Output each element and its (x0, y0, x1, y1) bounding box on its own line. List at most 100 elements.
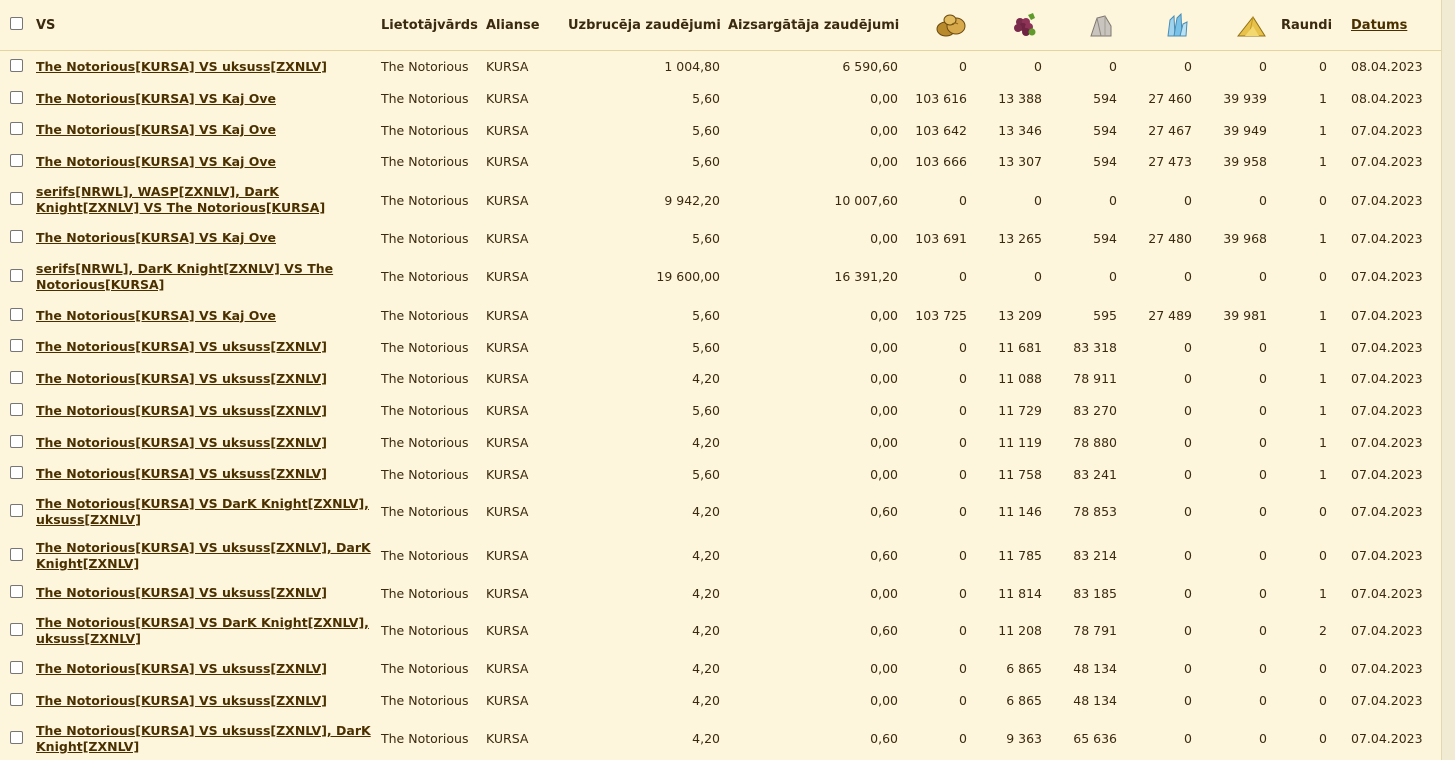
rounds-cell: 1 (1319, 403, 1327, 418)
vs-cell: The Notorious[KURSA] VS uksuss[ZXNLV] (32, 459, 377, 490)
table-row: The Notorious[KURSA] VS uksuss[ZXNLV] The… (0, 578, 1442, 609)
row-checkbox[interactable] (10, 90, 23, 104)
sulfur-loot-cell: 0 (1259, 59, 1267, 75)
battle-report-link[interactable]: serifs[NRWL], DarK Knight[ZXNLV] VS The … (36, 261, 333, 292)
row-checkbox[interactable] (10, 547, 23, 561)
defender-loss-cell: 0,00 (870, 339, 898, 355)
crystal-loot-cell: 0 (1184, 339, 1192, 355)
battle-report-link[interactable]: The Notorious[KURSA] VS Kaj Ove (36, 230, 276, 245)
row-checkbox[interactable] (10, 307, 23, 321)
battle-report-link[interactable]: The Notorious[KURSA] VS uksuss[ZXNLV] (36, 661, 327, 676)
row-checkbox[interactable] (10, 660, 23, 674)
row-checkbox[interactable] (10, 585, 23, 598)
battle-report-link[interactable]: The Notorious[KURSA] VS uksuss[ZXNLV] (36, 435, 327, 450)
username-cell: The Notorious (381, 91, 469, 106)
sulfur-loot-cell: 39 981 (1223, 308, 1267, 323)
battle-report-link[interactable]: The Notorious[KURSA] VS Kaj Ove (36, 154, 276, 169)
attacker-loss-cell: 5,60 (692, 154, 720, 169)
row-checkbox[interactable] (10, 466, 23, 479)
vs-cell: The Notorious[KURSA] VS uksuss[ZXNLV] (32, 332, 377, 363)
table-row: The Notorious[KURSA] VS uksuss[ZXNLV], D… (0, 534, 1442, 578)
battle-report-link[interactable]: The Notorious[KURSA] VS uksuss[ZXNLV] (36, 371, 327, 386)
date-cell: 07.04.2023 (1351, 192, 1423, 208)
marble-loot-cell: 48 134 (1073, 693, 1117, 708)
table-row: The Notorious[KURSA] VS uksuss[ZXNLV] The… (0, 427, 1442, 459)
row-checkbox[interactable] (10, 692, 23, 706)
username-cell: The Notorious (381, 192, 469, 208)
battle-reports-table: VS Lietotājvārds Alianse Uzbrucēja zaudē… (0, 0, 1442, 760)
battle-report-link[interactable]: The Notorious[KURSA] VS Kaj Ove (36, 91, 276, 106)
battle-report-link[interactable]: The Notorious[KURSA] VS uksuss[ZXNLV], D… (36, 723, 371, 754)
vertical-scrollbar[interactable] (1441, 0, 1455, 760)
row-select-cell (0, 83, 32, 115)
select-all-checkbox[interactable] (10, 16, 23, 30)
row-checkbox[interactable] (10, 339, 23, 352)
battle-report-link[interactable]: The Notorious[KURSA] VS uksuss[ZXNLV], D… (36, 540, 371, 571)
date-cell: 08.04.2023 (1351, 91, 1423, 106)
username-cell: The Notorious (381, 548, 469, 563)
username-cell: The Notorious (381, 339, 469, 355)
row-checkbox[interactable] (10, 503, 23, 517)
alliance-cell: KURSA (486, 548, 529, 563)
vs-cell: The Notorious[KURSA] VS Kaj Ove (32, 223, 377, 254)
bread-loot-cell: 0 (959, 269, 967, 284)
rounds-cell: 1 (1319, 230, 1327, 246)
date-cell: 07.04.2023 (1351, 230, 1423, 246)
battle-report-link[interactable]: The Notorious[KURSA] VS uksuss[ZXNLV] (36, 59, 327, 74)
table-row: serifs[NRWL], DarK Knight[ZXNLV] VS The … (0, 254, 1442, 300)
attacker-loss-cell: 4,20 (692, 661, 720, 676)
row-checkbox[interactable] (10, 58, 23, 72)
row-checkbox[interactable] (10, 622, 23, 636)
bread-loot-cell: 0 (959, 435, 967, 450)
column-header-attacker-losses: Uzbrucēja zaudējumi (564, 0, 724, 51)
battle-report-link[interactable]: The Notorious[KURSA] VS uksuss[ZXNLV] (36, 693, 327, 708)
column-header-sulfur (1202, 0, 1277, 51)
row-checkbox[interactable] (10, 192, 23, 205)
bread-loot-cell: 103 616 (915, 91, 967, 106)
alliance-cell: KURSA (486, 230, 529, 246)
defender-loss-cell: 0,60 (870, 731, 898, 746)
row-checkbox[interactable] (10, 122, 23, 135)
username-cell: The Notorious (381, 661, 469, 676)
row-checkbox[interactable] (10, 268, 23, 282)
defender-loss-cell: 16 391,20 (834, 269, 898, 284)
battle-report-link[interactable]: The Notorious[KURSA] VS Kaj Ove (36, 122, 276, 137)
vs-cell: The Notorious[KURSA] VS uksuss[ZXNLV], D… (32, 717, 377, 760)
sort-by-date-link[interactable]: Datums (1351, 18, 1407, 33)
attacker-loss-cell: 4,20 (692, 504, 720, 519)
battle-report-link[interactable]: The Notorious[KURSA] VS uksuss[ZXNLV] (36, 466, 327, 481)
attacker-loss-cell: 5,60 (692, 91, 720, 106)
battle-report-link[interactable]: The Notorious[KURSA] VS DarK Knight[ZXNL… (36, 496, 369, 527)
battle-report-link[interactable]: The Notorious[KURSA] VS DarK Knight[ZXNL… (36, 615, 369, 646)
battle-report-link[interactable]: The Notorious[KURSA] VS uksuss[ZXNLV] (36, 585, 327, 600)
grapes-loot-cell: 11 681 (998, 339, 1042, 355)
row-checkbox[interactable] (10, 230, 23, 243)
vs-cell: The Notorious[KURSA] VS uksuss[ZXNLV] (32, 51, 377, 83)
sulfur-loot-cell: 39 949 (1223, 122, 1267, 138)
sulfur-loot-cell: 0 (1259, 371, 1267, 386)
sulfur-loot-cell: 0 (1259, 339, 1267, 355)
battle-report-link[interactable]: The Notorious[KURSA] VS uksuss[ZXNLV] (36, 339, 327, 354)
rounds-cell: 0 (1319, 693, 1327, 708)
row-checkbox[interactable] (10, 730, 23, 744)
row-checkbox[interactable] (10, 153, 23, 167)
crystal-loot-cell: 0 (1184, 192, 1192, 208)
alliance-cell: KURSA (486, 403, 529, 418)
battle-report-link[interactable]: The Notorious[KURSA] VS uksuss[ZXNLV] (36, 403, 327, 418)
battle-report-link[interactable]: serifs[NRWL], WASP[ZXNLV], DarK Knight[Z… (36, 184, 325, 215)
battle-report-link[interactable]: The Notorious[KURSA] VS Kaj Ove (36, 308, 276, 323)
grapes-loot-cell: 6 865 (1006, 661, 1042, 676)
column-header-date[interactable]: Datums (1337, 0, 1442, 51)
grapes-loot-cell: 11 785 (998, 548, 1042, 563)
defender-loss-cell: 0,00 (870, 435, 898, 450)
row-checkbox[interactable] (10, 370, 23, 384)
grapes-loot-cell: 11 729 (998, 403, 1042, 418)
date-cell: 07.04.2023 (1351, 623, 1423, 638)
crystal-loot-cell: 0 (1184, 548, 1192, 563)
row-select-cell (0, 254, 32, 300)
defender-loss-cell: 10 007,60 (834, 192, 898, 208)
row-checkbox[interactable] (10, 434, 23, 448)
vs-cell: The Notorious[KURSA] VS uksuss[ZXNLV], D… (32, 534, 377, 578)
row-checkbox[interactable] (10, 402, 23, 416)
row-select-cell (0, 363, 32, 395)
